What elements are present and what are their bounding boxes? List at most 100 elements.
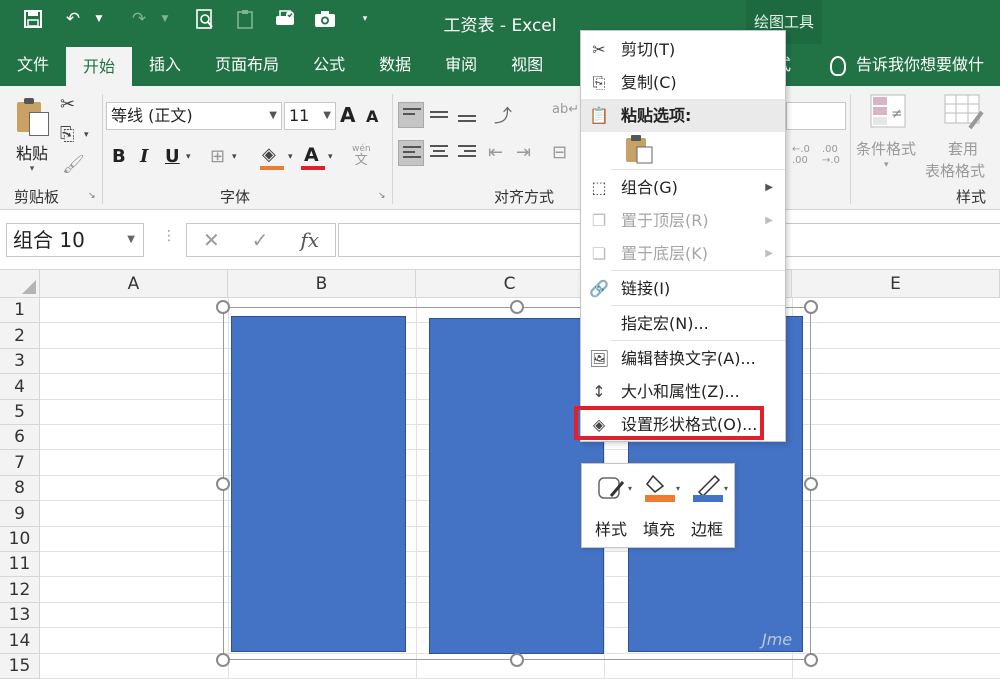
- column-header-c[interactable]: C: [416, 270, 604, 298]
- border-dropdown-icon[interactable]: ▾: [232, 152, 237, 162]
- cut-icon[interactable]: ✂: [60, 94, 75, 115]
- font-color-button[interactable]: A: [304, 144, 319, 166]
- italic-button[interactable]: I: [140, 146, 148, 167]
- font-name-select[interactable]: 等线 (正文) ▼: [106, 102, 282, 130]
- left-align-icon[interactable]: [398, 140, 424, 166]
- orientation-icon[interactable]: ⤴: [494, 102, 512, 128]
- font-color-bar: [301, 166, 325, 170]
- row-header[interactable]: 7: [0, 450, 40, 476]
- menu-item-copy[interactable]: ⎘ 复制(C): [581, 66, 785, 99]
- font-size-select[interactable]: 11 ▼: [284, 102, 336, 130]
- shape-fill-button[interactable]: ▾ 填充: [636, 470, 682, 542]
- merge-center-icon[interactable]: ⊟: [552, 142, 567, 163]
- underline-button[interactable]: U: [165, 146, 180, 167]
- row-header[interactable]: 14: [0, 628, 40, 654]
- row-header[interactable]: 4: [0, 374, 40, 400]
- paste-option-icon[interactable]: [625, 134, 653, 164]
- submenu-arrow-icon: ▶: [765, 248, 773, 259]
- tab-insert[interactable]: 插入: [132, 44, 198, 86]
- tab-file[interactable]: 文件: [0, 44, 66, 86]
- row-header[interactable]: 13: [0, 603, 40, 628]
- top-align-icon[interactable]: [398, 102, 424, 128]
- resize-handle[interactable]: [804, 477, 818, 491]
- select-all-corner[interactable]: [0, 270, 40, 298]
- cancel-icon[interactable]: ✕: [203, 228, 220, 252]
- shrink-font-button[interactable]: A: [366, 107, 378, 126]
- tab-formulas[interactable]: 公式: [296, 44, 362, 86]
- enter-icon[interactable]: ✓: [252, 228, 269, 252]
- fill-dropdown-icon[interactable]: ▾: [288, 152, 293, 162]
- tab-review[interactable]: 审阅: [428, 44, 494, 86]
- bottom-align-icon[interactable]: [454, 102, 480, 128]
- decrease-decimal-icon[interactable]: .00 →.0: [822, 144, 840, 166]
- resize-handle[interactable]: [510, 653, 524, 667]
- decrease-indent-icon[interactable]: ⇤: [488, 142, 503, 163]
- clipboard-launcher-icon[interactable]: ↘: [88, 191, 96, 201]
- row-header[interactable]: 12: [0, 577, 40, 603]
- wrap-text-icon[interactable]: ab↵: [552, 102, 579, 117]
- paste-dropdown-icon[interactable]: ▾: [10, 164, 54, 174]
- name-box[interactable]: 组合 10 ▼: [6, 223, 144, 257]
- row-header[interactable]: 2: [0, 323, 40, 349]
- menu-item-group[interactable]: ⬚ 组合(G) ▶: [581, 171, 785, 204]
- column-header-b[interactable]: B: [228, 270, 416, 298]
- right-align-icon[interactable]: [454, 140, 480, 166]
- tab-page-layout[interactable]: 页面布局: [198, 44, 296, 86]
- copy-dropdown-icon[interactable]: ▾: [84, 130, 89, 140]
- shape-outline-button[interactable]: ▾ 边框: [684, 470, 730, 542]
- resize-handle[interactable]: [510, 300, 524, 314]
- paste-icon: 📋: [589, 106, 609, 125]
- bold-button[interactable]: B: [112, 146, 126, 167]
- resize-handle[interactable]: [216, 653, 230, 667]
- shape-style-button[interactable]: ▾ 样式: [588, 470, 634, 542]
- tab-data[interactable]: 数据: [362, 44, 428, 86]
- column-header-e[interactable]: E: [792, 270, 1000, 298]
- row-header[interactable]: 10: [0, 527, 40, 552]
- copy-icon[interactable]: ⎘: [60, 124, 74, 145]
- number-format-select[interactable]: [786, 102, 846, 130]
- middle-align-icon[interactable]: [426, 102, 452, 128]
- row-header[interactable]: 5: [0, 400, 40, 425]
- font-color-dropdown-icon[interactable]: ▾: [328, 152, 333, 162]
- increase-indent-icon[interactable]: ⇥: [516, 142, 531, 163]
- row-header[interactable]: 11: [0, 552, 40, 577]
- center-align-icon[interactable]: [426, 140, 452, 166]
- resize-handle[interactable]: [216, 477, 230, 491]
- resize-grip-icon[interactable]: ⋮: [162, 228, 177, 244]
- menu-item-alt-text[interactable]: 🖼 编辑替换文字(A)...: [581, 342, 785, 375]
- increase-decimal-icon[interactable]: ←.0.00: [792, 144, 810, 166]
- tab-view[interactable]: 视图: [494, 44, 560, 86]
- grow-font-button[interactable]: A: [340, 103, 355, 127]
- menu-item-assign-macro[interactable]: 指定宏(N)...: [581, 307, 785, 340]
- fill-color-icon[interactable]: ◈: [262, 144, 276, 165]
- tab-home[interactable]: 开始: [66, 47, 133, 86]
- paste-button[interactable]: 粘贴 ▾: [10, 98, 54, 174]
- menu-item-size-properties[interactable]: ↕ 大小和属性(Z)...: [581, 375, 785, 408]
- font-launcher-icon[interactable]: ↘: [378, 191, 386, 201]
- resize-handle[interactable]: [804, 300, 818, 314]
- resize-handle[interactable]: [216, 300, 230, 314]
- row-header[interactable]: 1: [0, 298, 40, 323]
- menu-item-link[interactable]: 🔗 链接(I): [581, 272, 785, 305]
- border-icon[interactable]: ⊞: [210, 146, 225, 167]
- column-header-a[interactable]: A: [40, 270, 228, 298]
- format-painter-icon[interactable]: 🖌: [62, 154, 85, 175]
- resize-handle[interactable]: [804, 653, 818, 667]
- row-header[interactable]: 15: [0, 654, 40, 679]
- menu-item-send-to-back[interactable]: ❏ 置于底层(K) ▶: [581, 237, 785, 270]
- tell-me-box[interactable]: 告诉我你想要做什: [830, 44, 984, 86]
- font-size-value: 11: [289, 106, 310, 125]
- row-header[interactable]: 6: [0, 425, 40, 450]
- menu-item-cut[interactable]: ✂ 剪切(T): [581, 33, 785, 66]
- table-format-label-2[interactable]: 表格格式: [925, 160, 985, 181]
- conditional-format-button[interactable]: 条件格式: [856, 138, 916, 159]
- conditional-dropdown-icon[interactable]: ▾: [884, 160, 889, 170]
- table-format-label-1[interactable]: 套用: [948, 138, 978, 159]
- menu-item-bring-to-front[interactable]: ❐ 置于顶层(R) ▶: [581, 204, 785, 237]
- row-header[interactable]: 9: [0, 501, 40, 527]
- insert-function-icon[interactable]: fx: [300, 228, 319, 252]
- row-header[interactable]: 8: [0, 476, 40, 501]
- underline-dropdown-icon[interactable]: ▾: [186, 152, 191, 162]
- row-header[interactable]: 3: [0, 349, 40, 374]
- phonetic-guide-icon[interactable]: wén 文: [352, 144, 371, 168]
